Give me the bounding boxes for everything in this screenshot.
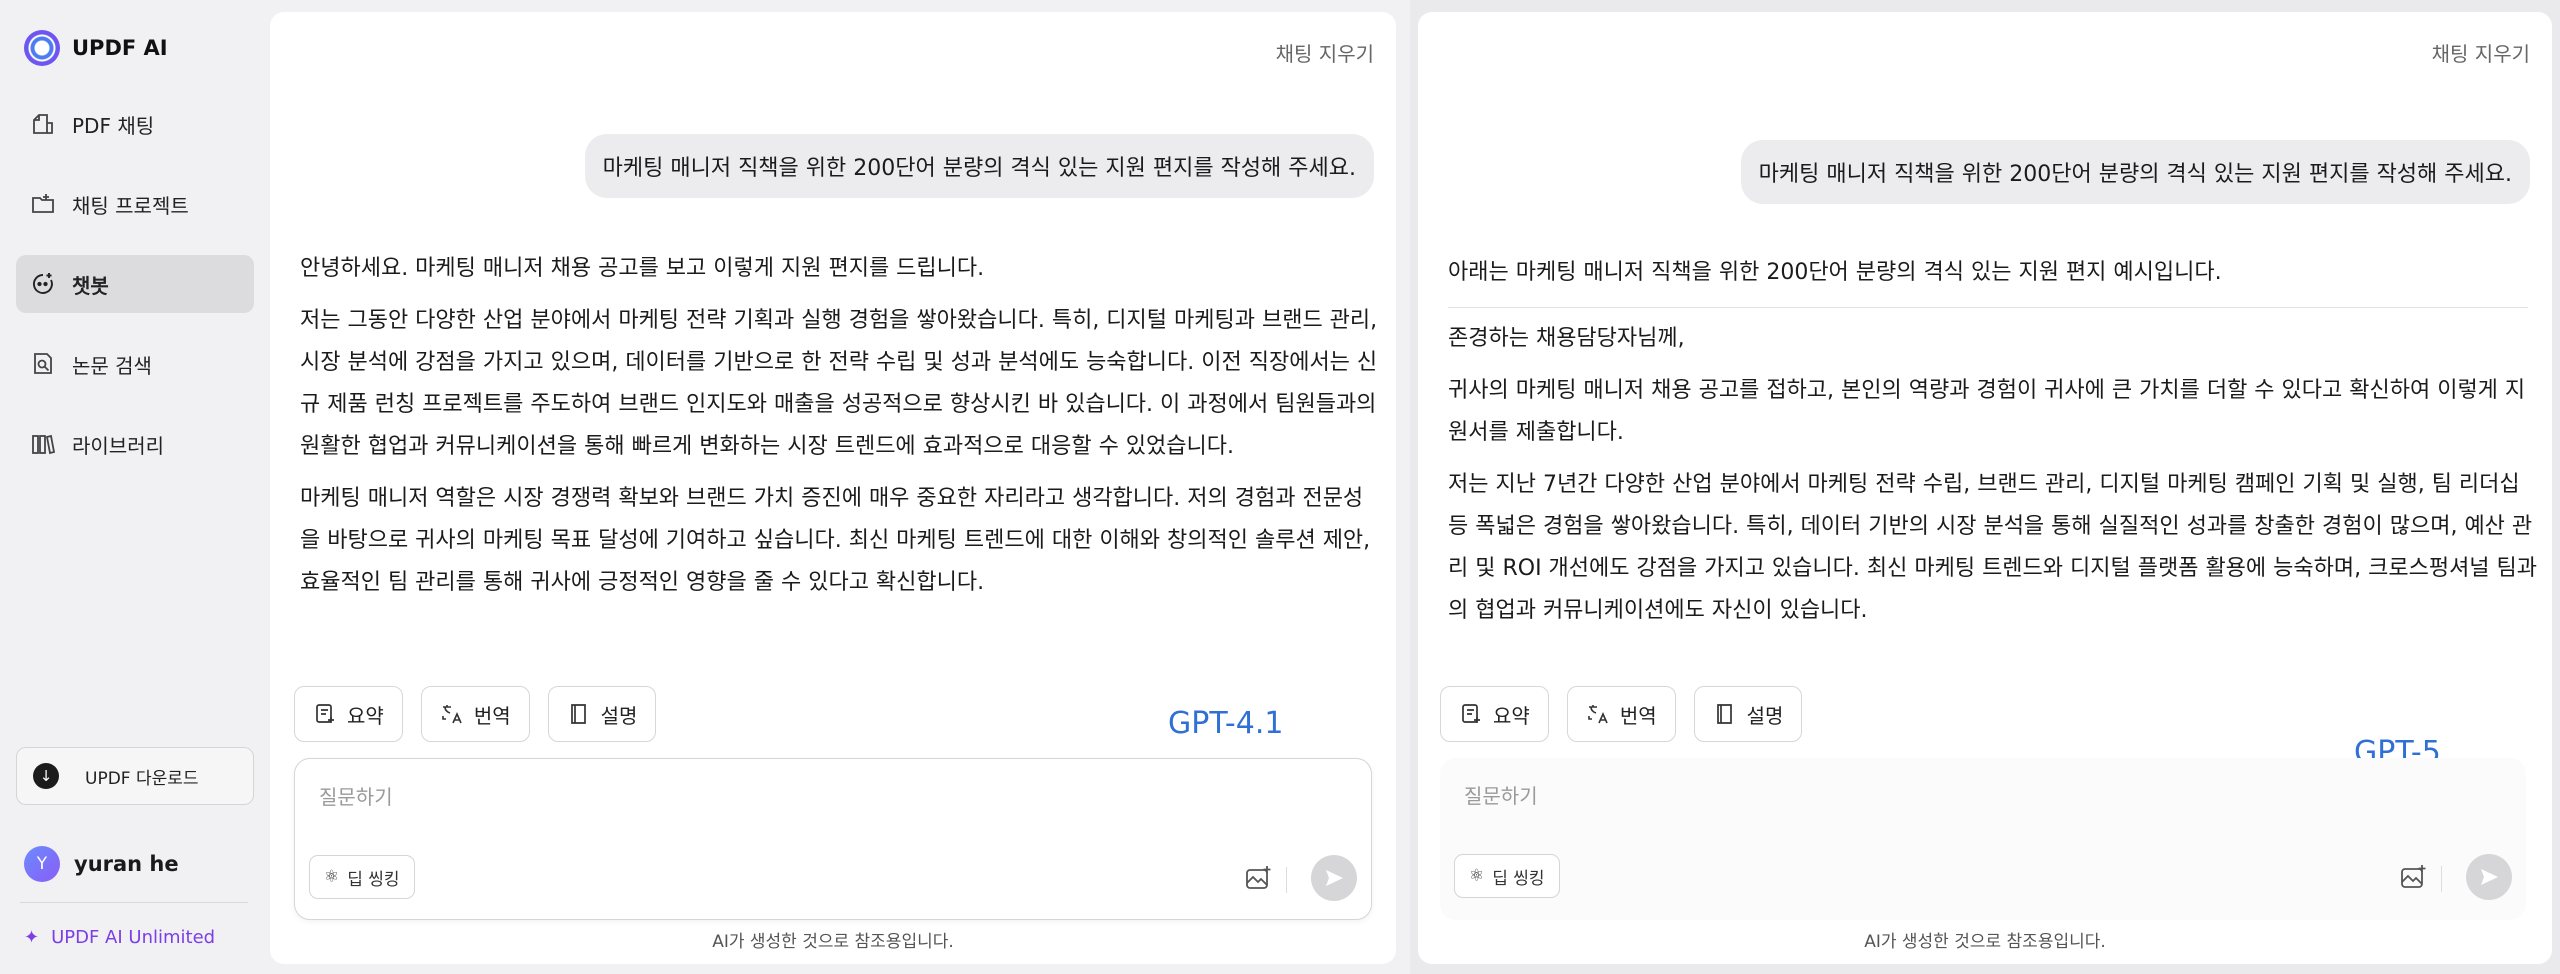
sidebar-item-label: 챗봇 xyxy=(72,273,109,298)
folder-icon xyxy=(30,191,56,217)
left-app-window: UPDF AI PDF 채팅 채팅 프로젝트 챗봇 논문 검색 라이브러리 ↓ … xyxy=(0,0,1410,974)
chatbot-icon xyxy=(30,271,56,297)
image-upload-icon[interactable] xyxy=(2398,862,2428,892)
answer-paragraph: 귀사의 마케팅 매니저 채용 공고를 접하고, 본인의 역량과 경험이 귀사에 … xyxy=(1448,378,2526,445)
brand-name: UPDF AI xyxy=(72,36,168,60)
sidebar-item-pdf-chat[interactable]: PDF 채팅 xyxy=(16,95,254,153)
sidebar-item-library[interactable]: 라이브러리 xyxy=(16,415,254,473)
chat-input-box[interactable]: 질문하기 ⚛ 딥 씽킹 xyxy=(294,758,1372,920)
action-label: 요약 xyxy=(347,703,384,728)
sidebar-nav: PDF 채팅 채팅 프로젝트 챗봇 논문 검색 라이브러리 xyxy=(16,95,254,495)
answer-intro: 아래는 마케팅 매니저 직책을 위한 200단어 분량의 격식 있는 지원 편지… xyxy=(1448,260,2222,285)
answer-divider xyxy=(1448,307,2528,308)
summarize-button[interactable]: 요약 xyxy=(294,686,403,742)
send-button[interactable] xyxy=(2466,854,2512,900)
user-profile[interactable]: Y yuran he xyxy=(24,846,179,882)
sidebar-item-label: PDF 채팅 xyxy=(72,113,155,138)
answer-paragraph: 존경하는 채용담당자님께, xyxy=(1448,326,1685,351)
paper-search-icon xyxy=(30,351,56,377)
assistant-answer: 존경하는 채용담당자님께, 귀사의 마케팅 매니저 채용 공고를 접하고, 본인… xyxy=(1448,318,2538,674)
user-message-bubble: 마케팅 매니저 직책을 위한 200단어 분량의 격식 있는 지원 편지를 작성… xyxy=(1740,140,2530,204)
action-label: 번역 xyxy=(1619,703,1657,728)
chat-input-box[interactable]: 질문하기 ⚛ 딥 씽킹 xyxy=(1440,758,2526,920)
translate-button[interactable]: 번역 xyxy=(1566,686,1676,742)
action-label: 요약 xyxy=(1493,703,1530,728)
disclaimer: AI가 생성한 것으로 참조용입니다. xyxy=(1864,932,2106,952)
deep-think-toggle[interactable]: ⚛ 딥 씽킹 xyxy=(1454,854,1560,898)
assistant-answer: 안녕하세요. 마케팅 매니저 채용 공고를 보고 이렇게 지원 편지를 드립니다… xyxy=(300,248,1380,658)
sidebar-item-chatbot[interactable]: 챗봇 xyxy=(16,255,254,313)
sparkle-icon: ✦ xyxy=(24,927,40,948)
deep-think-label: 딥 씽킹 xyxy=(347,869,400,890)
sidebar-item-label: 라이브러리 xyxy=(72,433,164,458)
input-separator xyxy=(2441,866,2442,892)
send-button[interactable] xyxy=(1311,855,1357,901)
summarize-icon xyxy=(316,704,334,723)
answer-paragraph: 저는 그동안 다양한 산업 분야에서 마케팅 전략 기획과 실행 경험을 쌓아왔… xyxy=(300,308,1378,459)
brand[interactable]: UPDF AI xyxy=(24,30,168,66)
deep-think-label: 딥 씽킹 xyxy=(1492,868,1545,889)
action-label: 설명 xyxy=(600,703,638,728)
clear-chat-button[interactable]: 채팅 지우기 xyxy=(2432,38,2530,67)
action-label: 설명 xyxy=(1746,703,1784,728)
disclaimer: AI가 생성한 것으로 참조용입니다. xyxy=(712,932,954,952)
translate-icon xyxy=(442,705,462,724)
book-icon xyxy=(1716,704,1732,724)
summarize-icon xyxy=(1462,704,1480,723)
answer-paragraph: 저는 지난 7년간 다양한 산업 분야에서 마케팅 전략 수립, 브랜드 관리,… xyxy=(1448,472,2538,623)
send-icon xyxy=(2481,869,2498,885)
translate-button[interactable]: 번역 xyxy=(420,686,530,742)
answer-paragraph: 마케팅 매니저 역할은 시장 경쟁력 확보와 브랜드 가치 증진에 매우 중요한… xyxy=(300,486,1371,595)
clear-chat-button[interactable]: 채팅 지우기 xyxy=(1276,38,1374,67)
explain-button[interactable]: 설명 xyxy=(547,686,657,742)
assistant-intro: 아래는 마케팅 매니저 직책을 위한 200단어 분량의 격식 있는 지원 편지… xyxy=(1448,252,2538,296)
input-separator xyxy=(1286,867,1287,893)
chat-panel-gpt41: 채팅 지우기 마케팅 매니저 직책을 위한 200단어 분량의 격식 있는 지원… xyxy=(270,12,1396,964)
unlimited-link[interactable]: ✦ UPDF AI Unlimited xyxy=(24,927,215,948)
unlimited-label: UPDF AI Unlimited xyxy=(51,927,216,948)
download-icon: ↓ xyxy=(33,763,59,789)
model-label: GPT-4.1 xyxy=(1168,706,1284,741)
action-label: 번역 xyxy=(473,703,511,728)
summarize-button[interactable]: 요약 xyxy=(1440,686,1549,742)
updf-logo-icon xyxy=(24,30,60,66)
image-upload-icon[interactable] xyxy=(1243,863,1273,893)
library-icon xyxy=(30,431,56,457)
atom-icon: ⚛ xyxy=(1469,866,1485,886)
deep-think-toggle[interactable]: ⚛ 딥 씽킹 xyxy=(309,855,415,899)
download-label: UPDF 다운로드 xyxy=(85,768,199,789)
sidebar-item-chat-project[interactable]: 채팅 프로젝트 xyxy=(16,175,254,233)
user-message-bubble: 마케팅 매니저 직책을 위한 200단어 분량의 격식 있는 지원 편지를 작성… xyxy=(584,134,1374,198)
avatar: Y xyxy=(24,846,60,882)
sidebar-item-label: 채팅 프로젝트 xyxy=(72,193,189,218)
quick-actions: 요약 번역 설명 xyxy=(294,686,657,742)
atom-icon: ⚛ xyxy=(324,867,340,887)
explain-button[interactable]: 설명 xyxy=(1693,686,1803,742)
send-icon xyxy=(1326,870,1343,886)
user-name: yuran he xyxy=(74,852,179,876)
pdf-chat-icon xyxy=(30,111,56,137)
chat-panel-gpt5: 채팅 지우기 마케팅 매니저 직책을 위한 200단어 분량의 격식 있는 지원… xyxy=(1418,12,2552,964)
sidebar-item-label: 논문 검색 xyxy=(72,353,152,378)
chat-input-placeholder[interactable]: 질문하기 xyxy=(1464,780,1538,809)
answer-paragraph: 안녕하세요. 마케팅 매니저 채용 공고를 보고 이렇게 지원 편지를 드립니다… xyxy=(300,256,985,281)
translate-icon xyxy=(1588,705,1608,724)
sidebar: UPDF AI PDF 채팅 채팅 프로젝트 챗봇 논문 검색 라이브러리 ↓ … xyxy=(0,0,268,974)
sidebar-item-paper-search[interactable]: 논문 검색 xyxy=(16,335,254,393)
download-button[interactable]: ↓ UPDF 다운로드 xyxy=(16,747,254,805)
chat-input-placeholder[interactable]: 질문하기 xyxy=(319,781,393,810)
quick-actions: 요약 번역 설명 xyxy=(1440,686,1803,742)
sidebar-divider xyxy=(20,902,248,903)
book-icon xyxy=(570,704,586,724)
